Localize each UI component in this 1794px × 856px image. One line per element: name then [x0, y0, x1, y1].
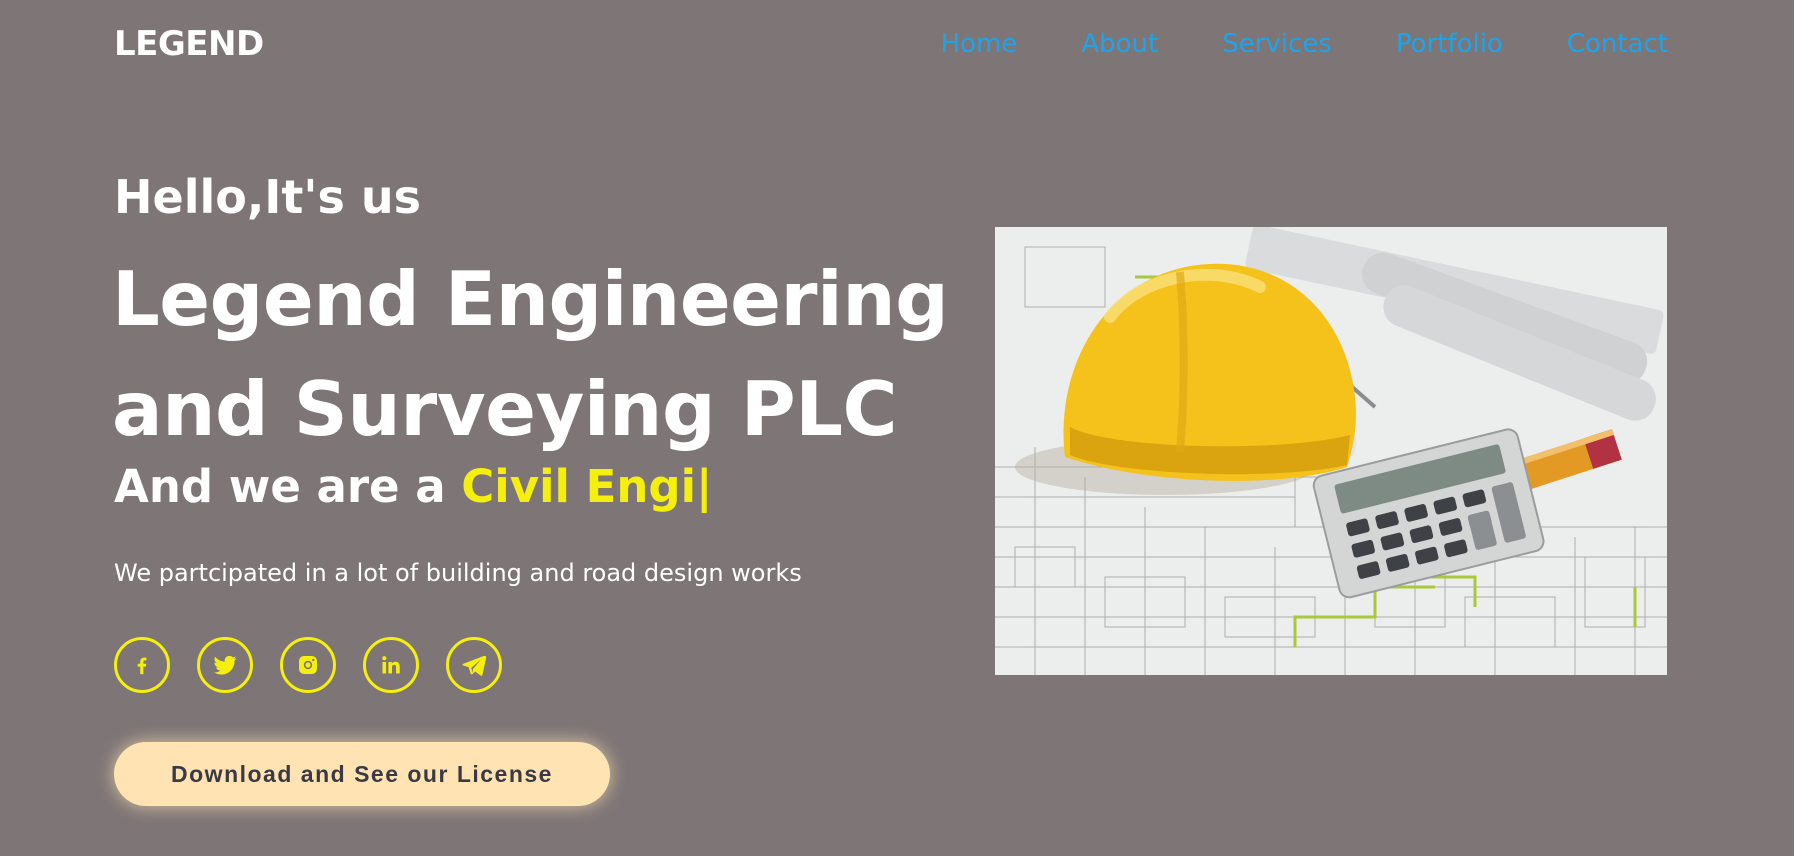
site-header: LEGEND Home About Services Portfolio Con… [114, 22, 1668, 72]
site-logo[interactable]: LEGEND [114, 24, 264, 64]
nav-portfolio-link[interactable]: Portfolio [1396, 29, 1503, 59]
hero-title: Legend Engineering and Surveying PLC [112, 244, 992, 464]
hero-greeting: Hello,It's us [114, 170, 422, 224]
typed-prefix: And we are a [114, 460, 462, 513]
instagram-icon [299, 656, 317, 674]
nav-home-link[interactable]: Home [941, 29, 1018, 59]
typing-cursor: | [696, 460, 713, 513]
typed-text: Civil Engi [461, 460, 696, 513]
typed-heading: And we are a Civil Engi| [114, 460, 712, 513]
twitter-link[interactable] [197, 637, 253, 693]
hard-hat-blueprints-calculator-image [995, 227, 1667, 675]
nav-contact-link[interactable]: Contact [1567, 29, 1668, 59]
hero-tagline: We partcipated in a lot of building and … [114, 559, 802, 587]
hero-title-line-2: and Surveying PLC [112, 365, 898, 453]
linkedin-icon [382, 656, 400, 674]
linkedin-link[interactable] [363, 637, 419, 693]
download-license-button[interactable]: Download and See our License [114, 742, 610, 806]
facebook-icon [137, 657, 147, 675]
nav-services-link[interactable]: Services [1222, 29, 1332, 59]
telegram-icon [462, 655, 487, 676]
social-links [114, 637, 502, 693]
hero-image [995, 227, 1667, 675]
instagram-link[interactable] [280, 637, 336, 693]
twitter-icon [214, 655, 237, 675]
telegram-link[interactable] [446, 637, 502, 693]
hero-title-line-1: Legend Engineering [112, 255, 949, 343]
nav-about-link[interactable]: About [1081, 29, 1158, 59]
facebook-link[interactable] [114, 637, 170, 693]
main-nav: Home About Services Portfolio Contact [941, 29, 1668, 59]
